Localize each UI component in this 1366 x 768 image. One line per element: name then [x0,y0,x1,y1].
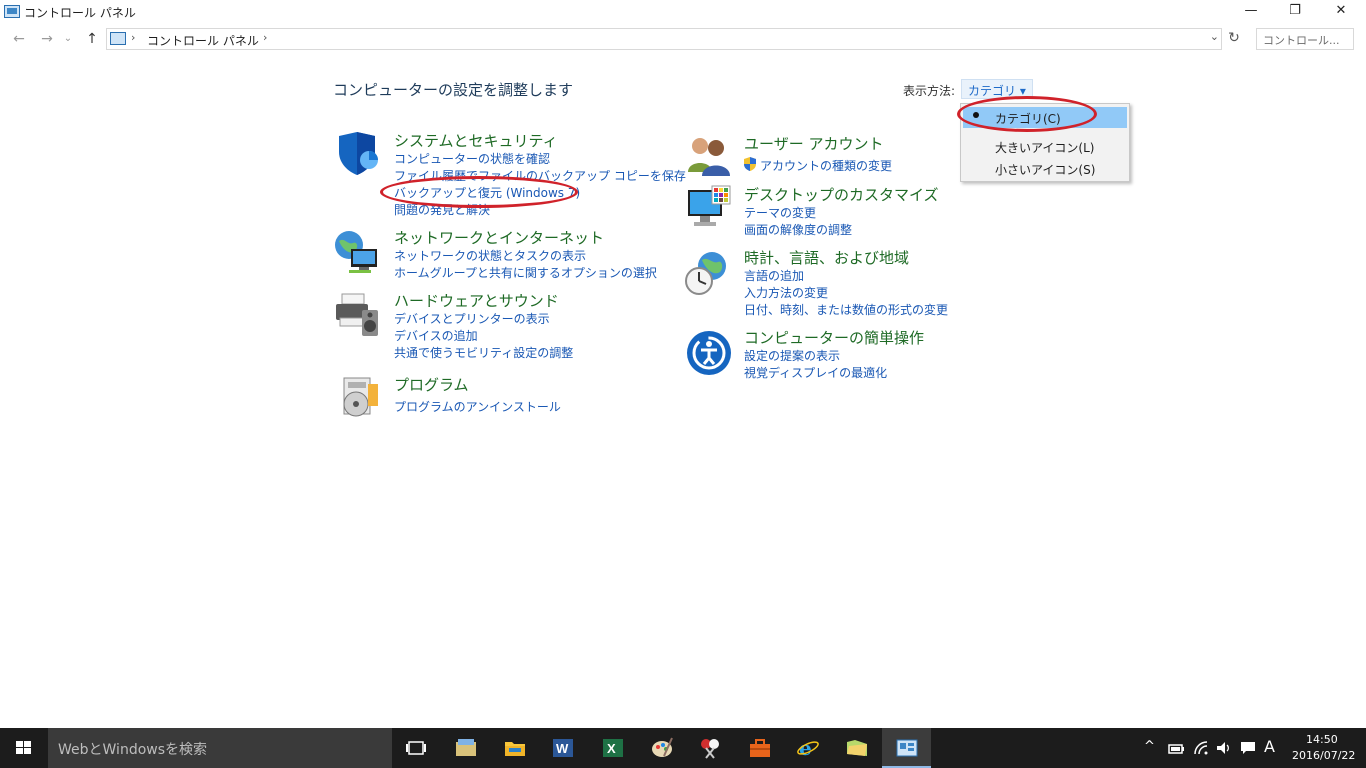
link-add-language[interactable]: 言語の追加 [744,267,804,284]
battery-icon[interactable] [1167,740,1185,756]
svg-text:X: X [607,741,616,756]
link-date-time-format[interactable]: 日付、時刻、または数値の形式の変更 [744,301,948,318]
taskbar-search-box[interactable]: WebとWindowsを検索 [48,728,392,768]
category-clock-language-region[interactable]: 時計、言語、および地域 [744,247,909,268]
navigation-bar: ← → ⌄ ↑ › コントロール パネル › ⌄ ↻ コントロール... [0,26,1366,54]
category-programs[interactable]: プログラム [394,374,469,395]
taskbar: WebとWindowsを検索 W X e ^ A 14:50 2016/07/2… [0,728,1366,768]
annotation-ellipse [957,96,1097,132]
forward-button[interactable]: → [37,29,57,49]
close-button[interactable]: ✕ [1318,0,1364,24]
restore-button[interactable]: ❐ [1272,0,1318,24]
breadcrumb-control-panel[interactable]: コントロール パネル [147,32,259,49]
file-explorer-icon[interactable] [503,736,527,760]
refresh-button[interactable]: ↻ [1224,30,1244,50]
view-by-label: 表示方法: [903,84,956,98]
link-devices-printers[interactable]: デバイスとプリンターの表示 [394,310,550,327]
recent-locations-button[interactable]: ⌄ [61,29,75,49]
page-title: コンピューターの設定を調整します [333,81,574,99]
window-title: コントロール パネル [24,6,136,20]
link-mobility-settings[interactable]: 共通で使うモビリティ設定の調整 [394,344,573,361]
title-bar: コントロール パネル — ❐ ✕ [0,0,1366,24]
category-system-security[interactable]: システムとセキュリティ [394,130,558,151]
network-globe-icon[interactable] [333,229,379,275]
task-view-icon[interactable] [404,736,428,760]
minimize-button[interactable]: — [1228,0,1274,24]
address-bar[interactable]: › コントロール パネル › ⌄ [106,28,1222,50]
clock-time[interactable]: 14:50 [1306,733,1338,746]
annotation-ellipse [380,176,578,208]
start-button[interactable] [0,728,48,768]
control-panel-taskbar-icon[interactable] [895,736,919,760]
printer-speaker-icon[interactable] [334,292,380,338]
control-panel-icon [4,5,20,18]
wifi-icon[interactable] [1193,740,1211,756]
back-button[interactable]: ← [9,29,29,49]
internet-explorer-icon[interactable]: e [796,736,820,760]
taskbar-search-placeholder: WebとWindowsを検索 [58,742,208,758]
action-center-icon[interactable] [1239,740,1257,756]
category-user-accounts[interactable]: ユーザー アカウント [744,133,883,154]
svg-text:W: W [556,741,569,756]
toolbox-icon[interactable] [748,736,772,760]
link-change-input-method[interactable]: 入力方法の変更 [744,284,828,301]
ime-mode-indicator[interactable]: A [1264,737,1275,756]
clock-globe-icon[interactable] [684,250,730,296]
link-change-theme[interactable]: テーマの変更 [744,204,816,221]
menu-item-small-icons[interactable]: 小さいアイコン(S) [961,158,1129,179]
uac-shield-icon [744,157,756,171]
link-homegroup[interactable]: ホームグループと共有に関するオプションの選択 [394,264,657,281]
search-input[interactable]: コントロール... [1256,28,1354,50]
program-disc-icon[interactable] [338,374,384,420]
breadcrumb-separator[interactable]: › [131,31,135,44]
link-screen-resolution[interactable]: 画面の解像度の調整 [744,221,852,238]
link-check-status[interactable]: コンピューターの状態を確認 [394,150,550,167]
excel-icon[interactable]: X [601,736,625,760]
volume-icon[interactable] [1215,740,1233,756]
users-icon[interactable] [686,132,732,178]
ease-of-access-icon[interactable] [686,330,732,376]
category-network-internet[interactable]: ネットワークとインターネット [394,227,604,248]
address-dropdown-icon[interactable]: ⌄ [1210,30,1219,43]
menu-item-large-icons[interactable]: 大きいアイコン(L) [961,136,1129,157]
link-uninstall-program[interactable]: プログラムのアンインストール [394,398,561,415]
up-button[interactable]: ↑ [82,29,102,49]
clock-date[interactable]: 2016/07/22 [1292,749,1355,762]
word-icon[interactable]: W [551,736,575,760]
link-add-device[interactable]: デバイスの追加 [394,327,478,344]
category-ease-of-access[interactable]: コンピューターの簡単操作 [744,327,924,348]
file-manager-app-icon[interactable] [454,736,478,760]
breadcrumb-separator[interactable]: › [263,31,267,44]
shield-icon[interactable] [335,130,381,176]
paint-icon[interactable] [650,736,674,760]
tray-overflow-chevron[interactable]: ^ [1144,739,1155,754]
folder-app-icon[interactable] [845,736,869,760]
snipping-tool-icon[interactable] [698,736,722,760]
link-optimize-display[interactable]: 視覚ディスプレイの最適化 [744,364,887,381]
monitor-palette-icon[interactable] [686,184,732,230]
category-hardware-sound[interactable]: ハードウェアとサウンド [394,290,559,311]
control-panel-icon [110,32,126,45]
link-network-status[interactable]: ネットワークの状態とタスクの表示 [394,247,586,264]
link-suggested-settings[interactable]: 設定の提案の表示 [744,347,840,364]
link-change-account-type[interactable]: アカウントの種類の変更 [760,157,892,174]
category-desktop-customization[interactable]: デスクトップのカスタマイズ [744,184,939,205]
